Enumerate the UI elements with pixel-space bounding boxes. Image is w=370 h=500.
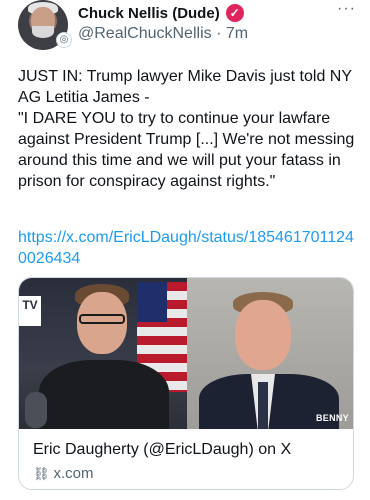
card-title[interactable]: Eric Daugherty (@EricLDaugh) on X [33, 441, 345, 459]
link-icon: ⛓ [33, 465, 50, 481]
link-card[interactable]: TV BENNY Eric Daugherty (@EricLDaugh) on… [18, 277, 354, 490]
avatar-beard [32, 26, 54, 38]
card-domain-row[interactable]: ⛓ x.com [33, 465, 94, 482]
card-domain: x.com [53, 465, 94, 482]
video-panel-left: TV [19, 278, 187, 429]
microphone-icon [25, 392, 47, 428]
tweet-text: JUST IN: Trump lawyer Mike Davis just to… [18, 68, 355, 190]
tweet-header: Chuck Nellis (Dude) ✓ @RealChuckNellis ·… [78, 0, 356, 48]
author-handle[interactable]: @RealChuckNellis [78, 25, 212, 42]
flag-canton [137, 282, 167, 322]
separator-dot: · [216, 25, 222, 42]
video-panel-right: BENNY [187, 278, 353, 429]
check-badge-icon: ✓ [225, 4, 244, 22]
watermark: BENNY [315, 413, 349, 423]
tweet-link[interactable]: https://x.com/EricLDaugh/status/18546170… [18, 227, 358, 269]
card-media[interactable]: TV BENNY [19, 278, 353, 429]
person-left-body [39, 360, 169, 429]
person-right-head [235, 300, 291, 370]
channel-logo: TV [19, 296, 41, 326]
handle-row: @RealChuckNellis · 7m [78, 25, 248, 43]
person-right-tie [258, 382, 268, 429]
author-display-name[interactable]: Chuck Nellis (Dude) [78, 5, 220, 22]
glasses-icon [79, 314, 125, 324]
avatar-badge-icon: ◎ [56, 32, 72, 48]
tweet-time[interactable]: 7m [226, 25, 248, 42]
more-icon[interactable]: ··· [337, 0, 356, 18]
name-row: Chuck Nellis (Dude) ✓ [78, 4, 244, 22]
